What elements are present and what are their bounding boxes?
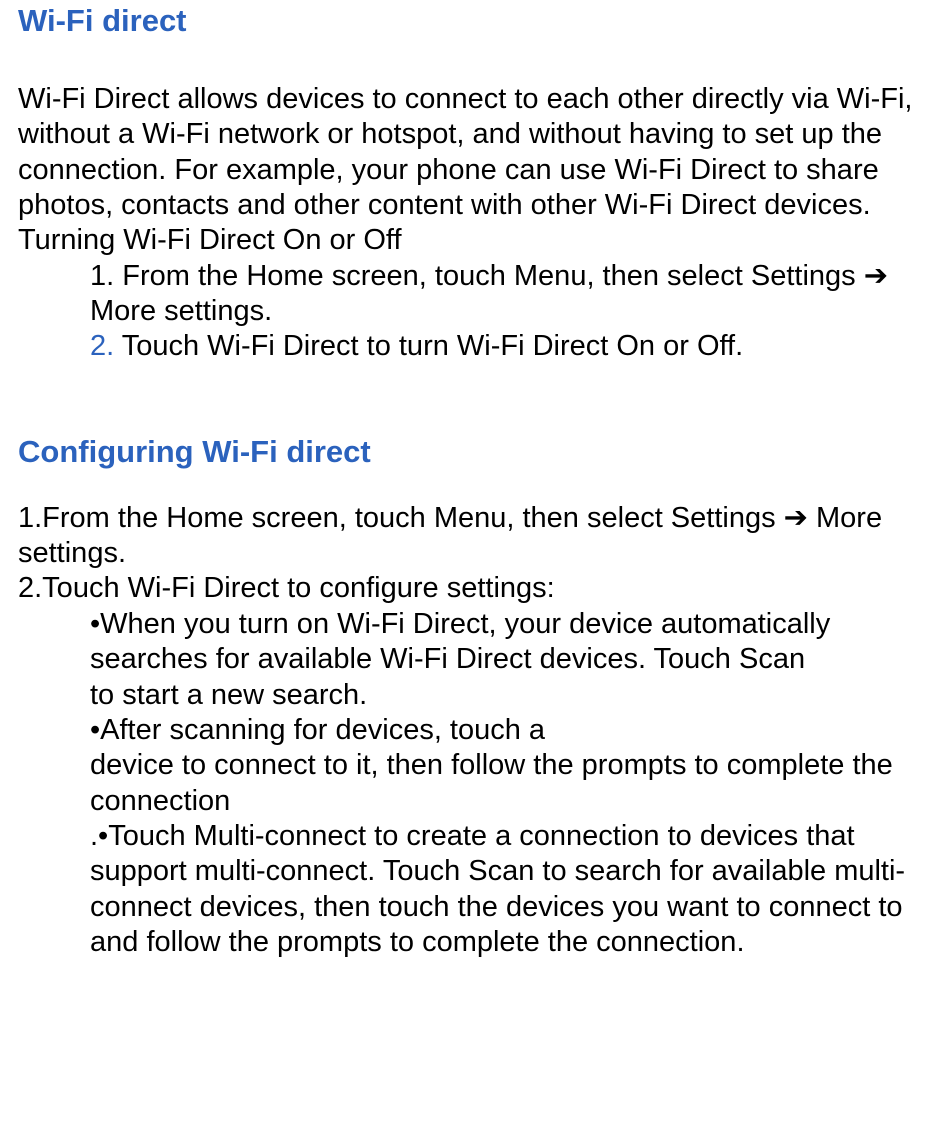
bullet-1-line3: to start a new search. [90, 678, 916, 713]
step-1-text-post: More settings. [90, 295, 272, 327]
arrow-icon: ➔ [784, 502, 808, 534]
bullet-2-line2: device to connect to it, then follow the… [90, 748, 916, 819]
steps-list-1: 1. From the Home screen, touch Menu, the… [18, 259, 916, 365]
arrow-icon: ➔ [864, 260, 888, 292]
config-step-1-pre: 1.From the Home screen, touch Menu, then… [18, 502, 784, 534]
bullet-1-line2: searches for available Wi-Fi Direct devi… [90, 642, 916, 677]
heading-configuring: Configuring Wi-Fi direct [18, 433, 916, 471]
bullet-list: •When you turn on Wi-Fi Direct, your dev… [18, 607, 916, 961]
bullet-1-line1: •When you turn on Wi-Fi Direct, your dev… [90, 607, 916, 642]
step-1-text-pre: 1. From the Home screen, touch Menu, the… [90, 260, 864, 292]
heading-wifi-direct: Wi-Fi direct [18, 0, 916, 40]
step-1: 1. From the Home screen, touch Menu, the… [90, 259, 916, 330]
config-step-1: 1.From the Home screen, touch Menu, then… [18, 501, 916, 572]
intro-paragraph: Wi-Fi Direct allows devices to connect t… [18, 82, 916, 224]
step-2-text: Touch Wi-Fi Direct to turn Wi-Fi Direct … [114, 330, 743, 362]
step-2-number: 2. [90, 330, 114, 362]
step-2: 2. Touch Wi-Fi Direct to turn Wi-Fi Dire… [90, 329, 916, 364]
document-page: Wi-Fi direct Wi-Fi Direct allows devices… [0, 0, 934, 1144]
bullet-2-line1: •After scanning for devices, touch a [90, 713, 916, 748]
subheading-turning-on-off: Turning Wi-Fi Direct On or Off [18, 223, 916, 258]
config-step-2: 2.Touch Wi-Fi Direct to configure settin… [18, 571, 916, 606]
bullet-3: .•Touch Multi-connect to create a connec… [90, 819, 916, 961]
